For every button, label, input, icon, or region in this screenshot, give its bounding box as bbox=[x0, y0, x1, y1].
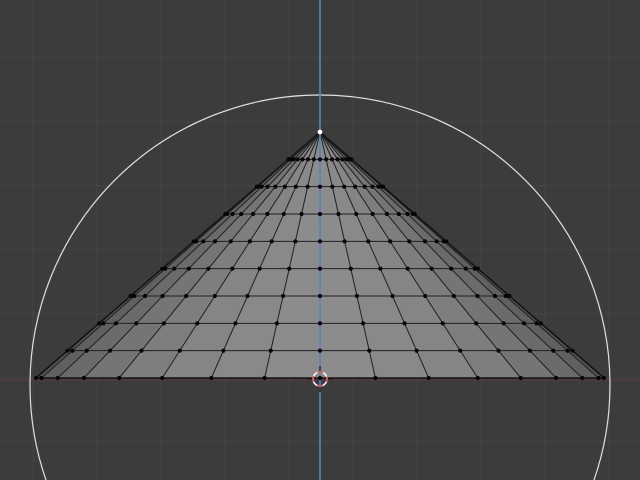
apex-active-vertex[interactable] bbox=[317, 129, 323, 135]
viewport-scene[interactable] bbox=[0, 0, 640, 480]
blender-3d-viewport[interactable] bbox=[0, 0, 640, 480]
